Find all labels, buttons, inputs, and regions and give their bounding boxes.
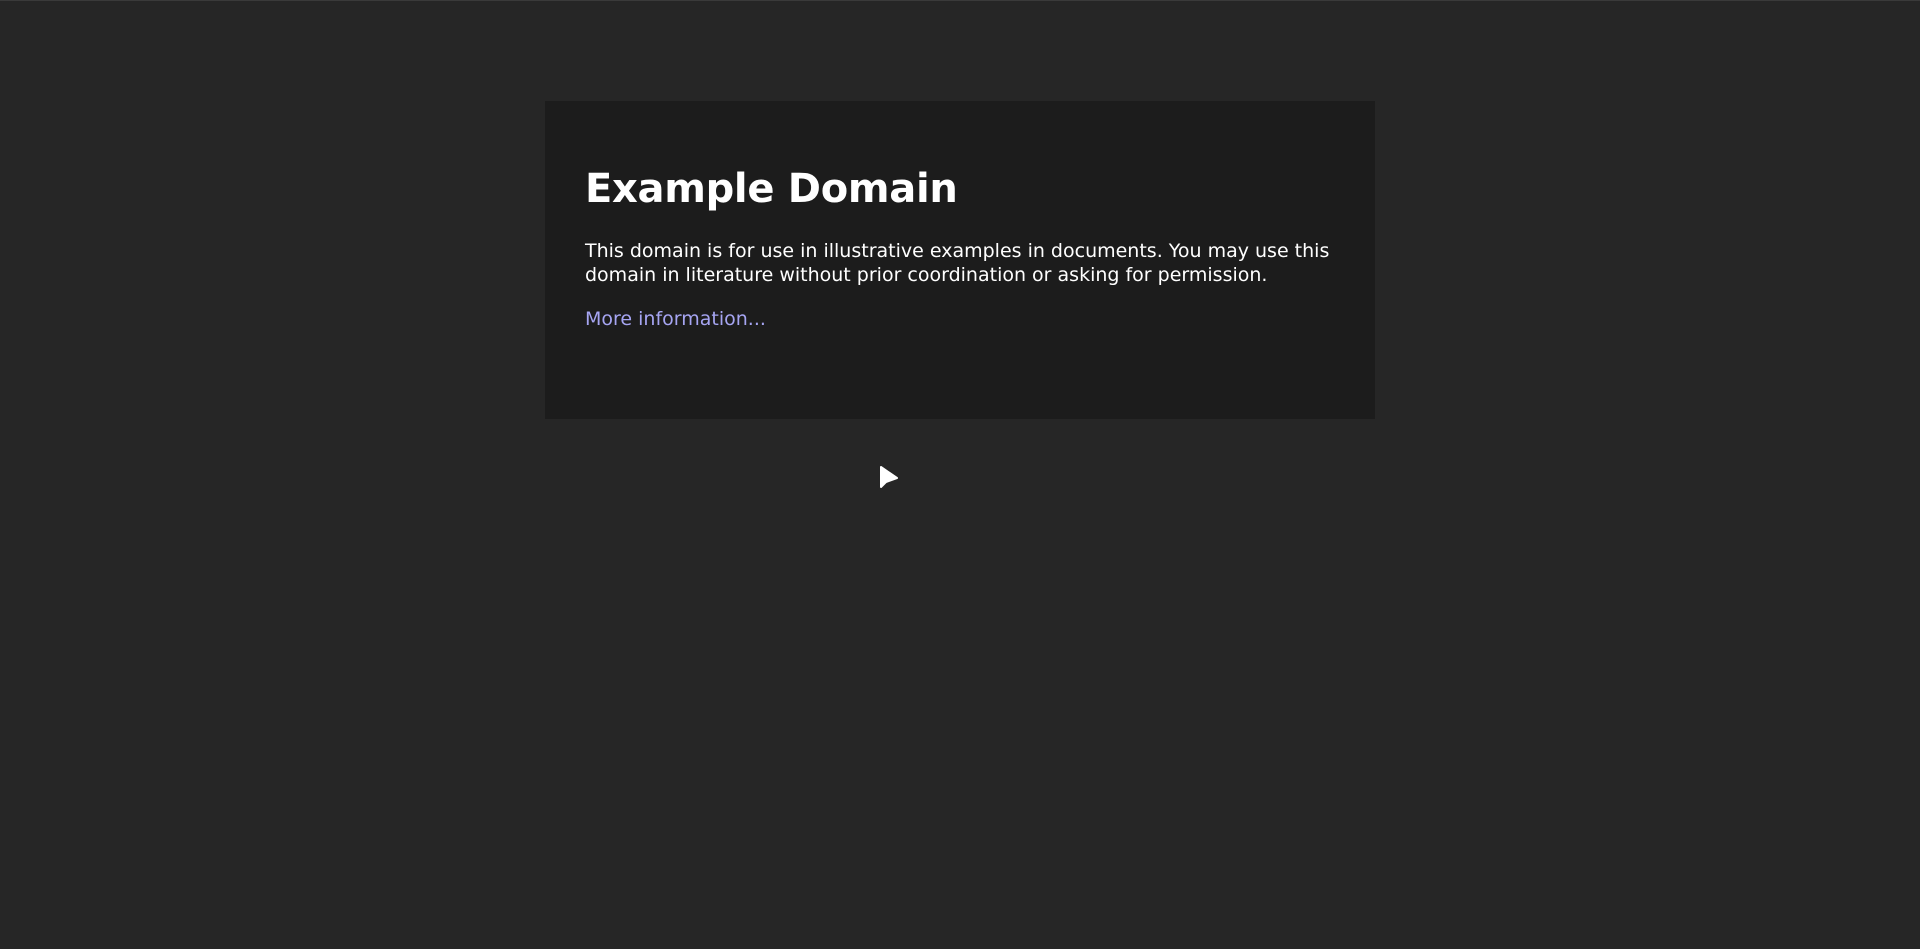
link-paragraph: More information... <box>585 307 1335 331</box>
content-card: Example Domain This domain is for use in… <box>545 101 1375 419</box>
more-information-link[interactable]: More information... <box>585 308 766 330</box>
window-top-border <box>0 0 1920 1</box>
page-title: Example Domain <box>585 166 958 212</box>
description-text: This domain is for use in illustrative e… <box>585 240 1330 286</box>
mouse-pointer-icon <box>880 466 898 488</box>
